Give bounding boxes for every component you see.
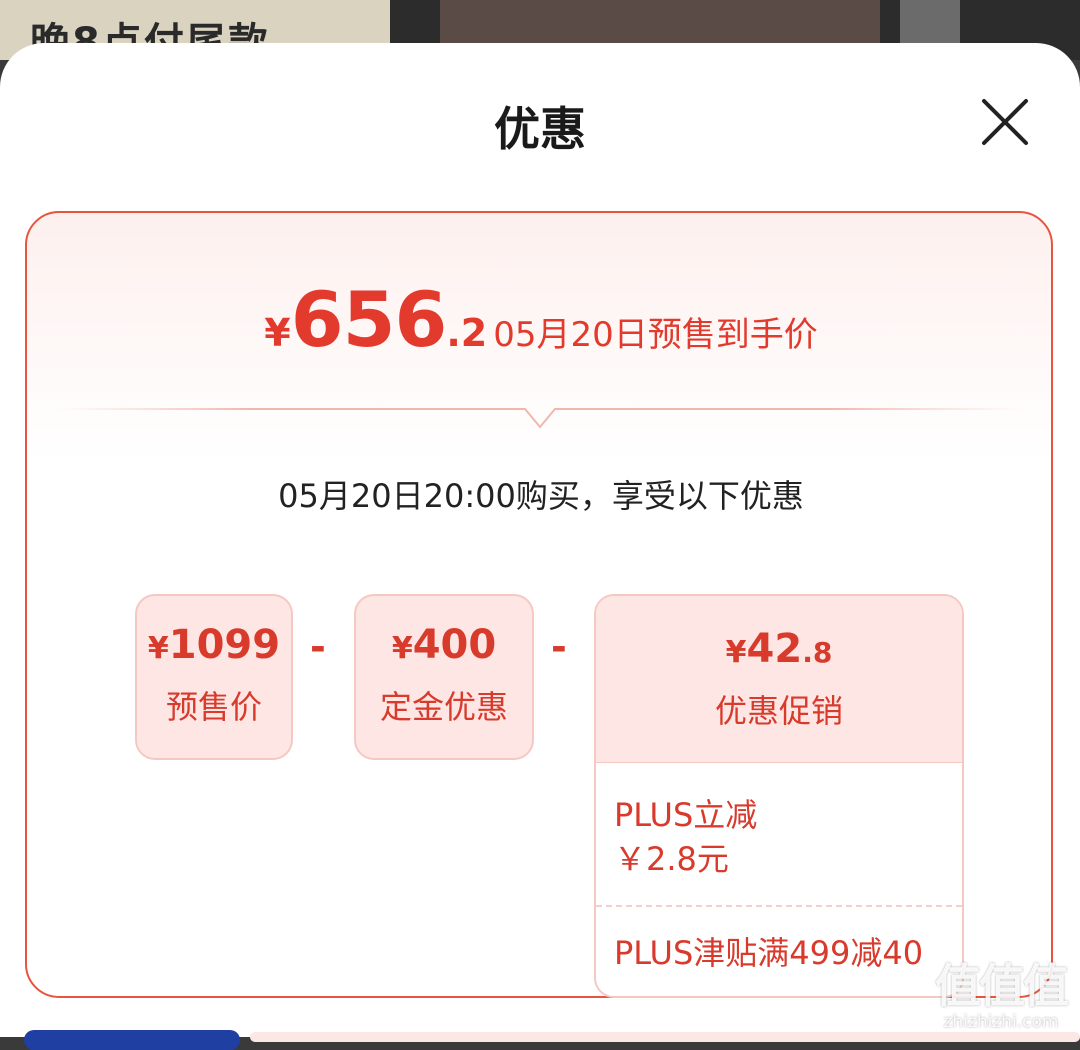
promo-amount: 42 bbox=[746, 626, 803, 672]
promotion-chip: ¥42.8 优惠促销 bbox=[596, 596, 962, 763]
bottom-bar bbox=[250, 1032, 1080, 1042]
promo-item-title: PLUS津贴满499减40 bbox=[614, 934, 924, 972]
final-price-integer: 656 bbox=[290, 275, 448, 364]
deposit-symbol: ¥ bbox=[391, 631, 413, 666]
promo-item-value: ￥2.8元 bbox=[614, 840, 729, 878]
promo-item-plus-allowance: PLUS津贴满499减40 bbox=[596, 907, 962, 975]
final-price-decimal: .2 bbox=[446, 311, 488, 355]
deposit-amount: 400 bbox=[412, 622, 497, 668]
deposit-discount-chip: ¥400 定金优惠 bbox=[354, 594, 534, 760]
promo-item-plus-discount: PLUS立减 ￥2.8元 bbox=[596, 763, 962, 905]
minus-sign: - bbox=[310, 625, 326, 669]
presale-price-chip: ¥1099 预售价 bbox=[135, 594, 293, 760]
promo-symbol: ¥ bbox=[725, 635, 747, 670]
promo-decimal: .8 bbox=[802, 636, 833, 669]
final-price-symbol: ¥ bbox=[264, 311, 291, 355]
site-watermark: 值值值 zhizhizhi.com bbox=[926, 950, 1076, 1032]
purchase-time-note: 05月20日20:00购买，享受以下优惠 bbox=[278, 477, 804, 515]
presale-symbol: ¥ bbox=[147, 631, 169, 666]
bottom-action-button[interactable] bbox=[24, 1030, 240, 1050]
final-price: ¥656.2 05月20日预售到手价 bbox=[27, 275, 1055, 364]
close-icon[interactable] bbox=[978, 95, 1032, 149]
final-price-label: 05月20日预售到手价 bbox=[493, 315, 818, 355]
watermark-url: zhizhizhi.com bbox=[943, 1012, 1059, 1032]
discount-card: ¥656.2 05月20日预售到手价 05月20日20:00购买，享受以下优惠 ¥… bbox=[25, 211, 1053, 998]
promotion-breakdown: ¥42.8 优惠促销 PLUS立减 ￥2.8元 PLUS津贴满499减40 bbox=[594, 594, 964, 998]
promo-label: 优惠促销 bbox=[714, 692, 843, 730]
promo-item-title: PLUS立减 bbox=[614, 796, 758, 834]
discount-sheet: 优惠 ¥656.2 05月20日预售到手价 05月20日20:00购买，享受以下优… bbox=[0, 43, 1080, 1037]
deposit-label: 定金优惠 bbox=[379, 688, 508, 726]
watermark-logo: 值值值 bbox=[935, 959, 1069, 1013]
minus-sign: - bbox=[551, 625, 567, 669]
presale-amount: 1099 bbox=[168, 622, 281, 668]
presale-label: 预售价 bbox=[165, 688, 262, 726]
sheet-title: 优惠 bbox=[494, 102, 586, 156]
divider-arrow bbox=[57, 408, 1023, 429]
